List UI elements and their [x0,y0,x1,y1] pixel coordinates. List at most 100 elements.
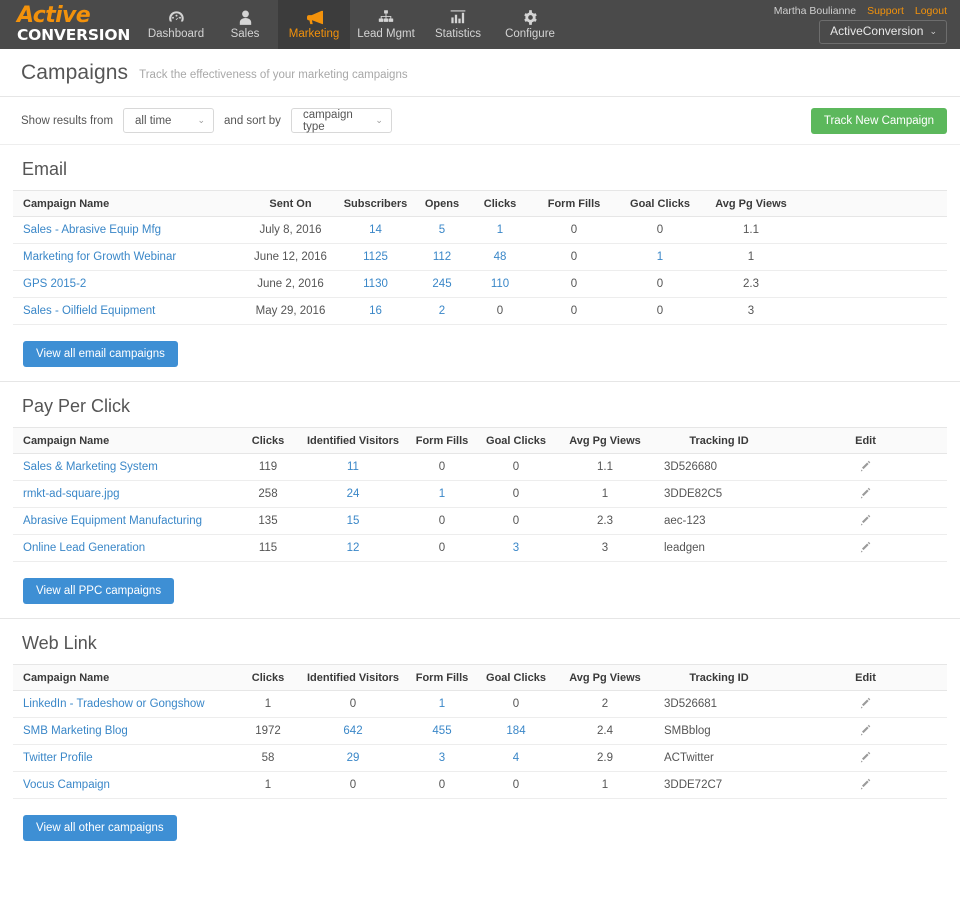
goal-clicks-link[interactable]: 3 [513,542,519,554]
spacer-cell [801,298,947,325]
column-header: Identified Visitors [298,428,408,454]
nav-item-configure[interactable]: Configure [494,0,566,49]
campaign-name-link[interactable]: Marketing for Growth Webinar [23,251,176,263]
pencil-icon[interactable] [860,460,872,475]
tracking-id-cell: 3DDE82C5 [654,481,784,508]
campaign-name-link[interactable]: rmkt-ad-square.jpg [23,488,120,500]
nav-item-sales[interactable]: Sales [212,0,278,49]
opens-link[interactable]: 245 [432,278,451,290]
campaign-name-link[interactable]: Sales - Oilfield Equipment [23,305,155,317]
column-header: Campaign Name [13,665,238,691]
pencil-icon[interactable] [860,778,872,793]
column-header: Opens [413,191,471,217]
clicks-link[interactable]: 48 [494,251,507,263]
subscribers-link[interactable]: 16 [369,305,382,317]
column-header: Campaign Name [13,428,238,454]
pencil-icon[interactable] [860,487,872,502]
column-header: Clicks [238,665,298,691]
brand-logo[interactable]: Active CONVERSION [0,0,140,49]
campaign-sections: EmailCampaign NameSent OnSubscribersOpen… [0,145,960,841]
identified-visitors-link[interactable]: 15 [347,515,360,527]
pencil-icon[interactable] [860,697,872,712]
goal-clicks-link[interactable]: 1 [657,251,663,263]
opens-link[interactable]: 2 [439,305,445,317]
campaign-name-link[interactable]: Sales & Marketing System [23,461,158,473]
date-range-select[interactable]: all time ⌄ [123,108,214,133]
form-fills-link[interactable]: 1 [439,698,445,710]
nav-item-marketing[interactable]: Marketing [278,0,350,49]
clicks-cell: 1 [471,217,529,244]
clicks-cell: 1972 [238,718,298,745]
identified-visitors-link[interactable]: 29 [347,752,360,764]
account-switcher-dropdown[interactable]: ActiveConversion ⌄ [819,20,947,43]
filter-bar: Show results from all time ⌄ and sort by… [0,97,960,145]
campaign-name-link[interactable]: LinkedIn - Tradeshow or Gongshow [23,698,205,710]
form-fills-link[interactable]: 1 [439,488,445,500]
goal-clicks-cell: 4 [476,745,556,772]
subscribers-link[interactable]: 1125 [363,251,388,263]
edit-cell [784,508,947,535]
logout-link[interactable]: Logout [915,5,947,17]
user-name: Martha Boulianne [774,5,856,17]
campaign-name-cell: Sales - Abrasive Equip Mfg [13,217,243,244]
column-header: Goal Clicks [619,191,701,217]
campaign-name-link[interactable]: GPS 2015-2 [23,278,86,290]
clicks-link[interactable]: 1 [497,224,503,236]
subscribers-link[interactable]: 14 [369,224,382,236]
campaign-name-link[interactable]: Abrasive Equipment Manufacturing [23,515,202,527]
table-row: Marketing for Growth WebinarJune 12, 201… [13,244,947,271]
goal-clicks-cell: 0 [476,691,556,718]
goal-clicks-cell: 0 [476,481,556,508]
nav-item-dashboard[interactable]: Dashboard [140,0,212,49]
edit-cell [784,772,947,799]
sort-by-select[interactable]: campaign type ⌄ [291,108,392,133]
view-all-email-button[interactable]: View all email campaigns [23,341,178,367]
support-link[interactable]: Support [867,5,904,17]
identified-visitors-link[interactable]: 11 [347,461,359,473]
view-all-ppc-button[interactable]: View all PPC campaigns [23,578,174,604]
column-header: Clicks [238,428,298,454]
identified-visitors-link[interactable]: 642 [343,725,362,737]
campaign-name-link[interactable]: Sales - Abrasive Equip Mfg [23,224,161,236]
tracking-id-cell: 3DDE72C7 [654,772,784,799]
clicks-link[interactable]: 110 [491,278,509,290]
identified-visitors-link[interactable]: 24 [347,488,360,500]
pencil-icon[interactable] [860,751,872,766]
campaign-name-link[interactable]: SMB Marketing Blog [23,725,128,737]
edit-cell [784,454,947,481]
form-fills-link[interactable]: 455 [432,725,451,737]
pencil-icon[interactable] [860,541,872,556]
nav-item-statistics[interactable]: Statistics [422,0,494,49]
campaign-name-link[interactable]: Twitter Profile [23,752,93,764]
section-email: EmailCampaign NameSent OnSubscribersOpen… [0,145,960,367]
goal-clicks-cell: 0 [619,217,701,244]
subscribers-link[interactable]: 1130 [363,278,388,290]
avg-pg-views-cell: 1 [556,772,654,799]
track-new-campaign-button[interactable]: Track New Campaign [811,108,947,134]
identified-visitors-link[interactable]: 12 [347,542,360,554]
nav-item-label: Sales [231,28,260,40]
form-fills-link[interactable]: 3 [439,752,445,764]
brand-logo-line1: Active [17,5,140,27]
goal-clicks-cell: 1 [619,244,701,271]
clicks-cell: 48 [471,244,529,271]
avg-pg-views-cell: 2.3 [556,508,654,535]
pencil-icon[interactable] [860,514,872,529]
pencil-icon[interactable] [860,724,872,739]
campaign-name-link[interactable]: Vocus Campaign [23,779,110,791]
date-range-value: all time [135,115,171,127]
campaign-name-link[interactable]: Online Lead Generation [23,542,145,554]
nav-item-lead-mgmt[interactable]: Lead Mgmt [350,0,422,49]
goal-clicks-link[interactable]: 4 [513,752,519,764]
opens-link[interactable]: 112 [433,251,451,263]
opens-link[interactable]: 5 [439,224,445,236]
form-fills-cell: 0 [408,535,476,562]
avg-pg-views-cell: 2.3 [701,271,801,298]
edit-cell [784,718,947,745]
column-header: Tracking ID [654,428,784,454]
view-all-weblink-button[interactable]: View all other campaigns [23,815,177,841]
goal-clicks-link[interactable]: 184 [506,725,525,737]
column-header: Campaign Name [13,191,243,217]
avg-pg-views-cell: 1.1 [701,217,801,244]
org-chart-icon [378,10,394,25]
